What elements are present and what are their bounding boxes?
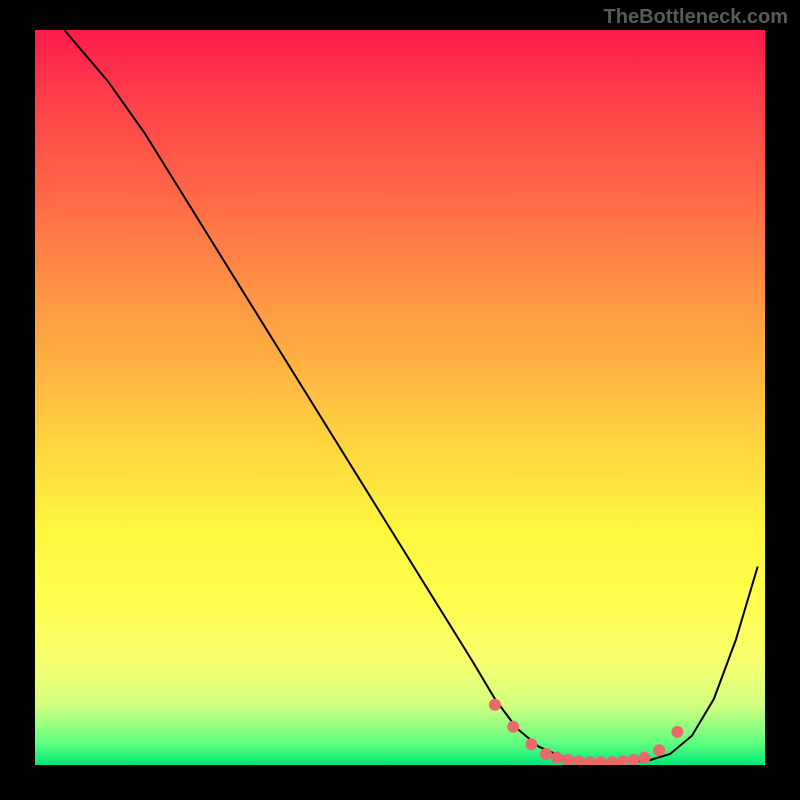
- curve-line: [64, 30, 758, 762]
- marker-dot: [639, 752, 651, 764]
- marker-dot: [489, 699, 501, 711]
- marker-dot: [617, 755, 629, 765]
- marker-dot: [551, 752, 563, 764]
- watermark-text: TheBottleneck.com: [604, 6, 788, 29]
- marker-dot: [606, 756, 618, 765]
- marker-dot: [540, 748, 552, 760]
- marker-dot: [653, 744, 665, 756]
- marker-dot: [573, 755, 585, 765]
- marker-dot: [525, 738, 537, 750]
- marker-dot: [595, 756, 607, 765]
- curve-markers: [489, 699, 684, 765]
- marker-dot: [507, 721, 519, 733]
- marker-dot: [562, 754, 574, 765]
- chart-svg: [35, 30, 765, 765]
- marker-dot: [628, 754, 640, 765]
- marker-dot: [584, 756, 596, 765]
- plot-area: [35, 30, 765, 765]
- marker-dot: [671, 726, 683, 738]
